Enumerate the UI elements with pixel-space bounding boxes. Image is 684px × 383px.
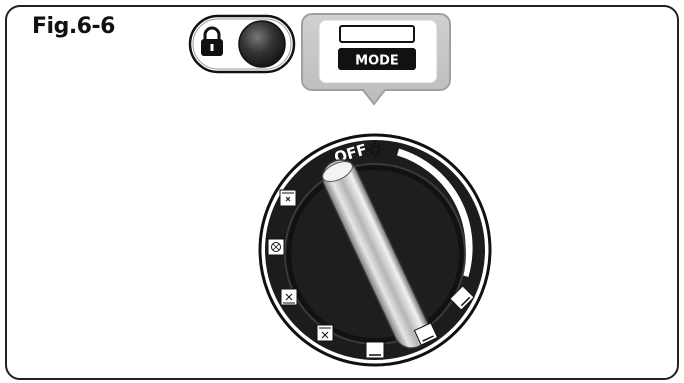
function-dial[interactable]: OFF bbox=[258, 133, 492, 367]
mode-callout: MODE bbox=[301, 13, 451, 106]
bottom-heat-icon bbox=[365, 341, 385, 359]
fan-grill-icon bbox=[279, 189, 297, 207]
figure-label: Fig.6-6 bbox=[32, 14, 115, 39]
mode-display bbox=[339, 25, 415, 43]
mode-label: MODE bbox=[355, 54, 399, 69]
bottom-fan-icon bbox=[280, 288, 298, 306]
figure-canvas: MODE OFF bbox=[5, 5, 679, 380]
lock-button-panel bbox=[188, 14, 296, 74]
grill-icon bbox=[316, 324, 334, 342]
fan-icon bbox=[267, 238, 285, 256]
round-button[interactable] bbox=[238, 20, 286, 68]
